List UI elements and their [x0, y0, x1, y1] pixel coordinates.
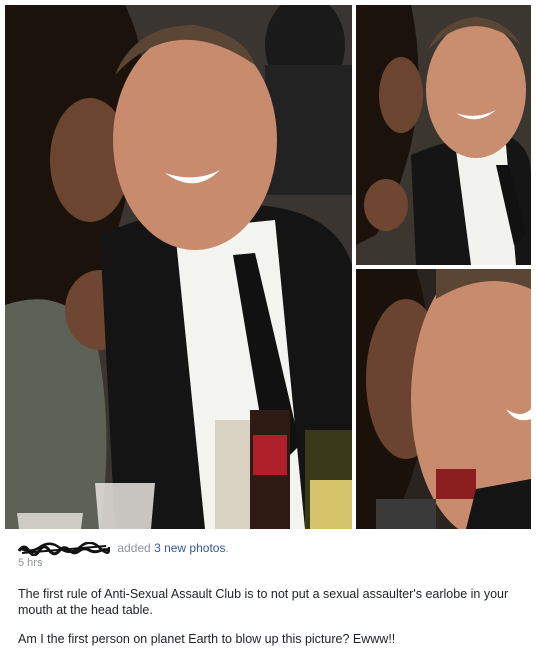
post-header: added 3 new photos. 5 hrs: [18, 540, 518, 570]
secondary-photo-bottom-image: [356, 269, 531, 529]
main-photo-image: [5, 5, 352, 529]
secondary-photo-bottom[interactable]: [356, 269, 531, 529]
post-timestamp[interactable]: 5 hrs: [18, 556, 518, 570]
photo-collage: [5, 5, 531, 529]
post-paragraph: Am I the first person on planet Earth to…: [18, 632, 396, 646]
punctuation-period: .: [225, 541, 229, 555]
post-action-text: added: [117, 541, 151, 555]
post-body: The first rule of Anti-Sexual Assault Cl…: [18, 586, 523, 660]
secondary-photo-top[interactable]: [356, 5, 531, 265]
main-photo[interactable]: [5, 5, 352, 529]
author-line: added 3 new photos.: [18, 540, 518, 556]
facebook-post: added 3 new photos. 5 hrs The first rule…: [0, 0, 537, 656]
redacted-author-name-scribble: [18, 541, 110, 556]
post-paragraph: The first rule of Anti-Sexual Assault Cl…: [18, 587, 509, 617]
secondary-photo-top-image: [356, 5, 531, 265]
photos-link[interactable]: 3 new photos: [154, 541, 225, 555]
